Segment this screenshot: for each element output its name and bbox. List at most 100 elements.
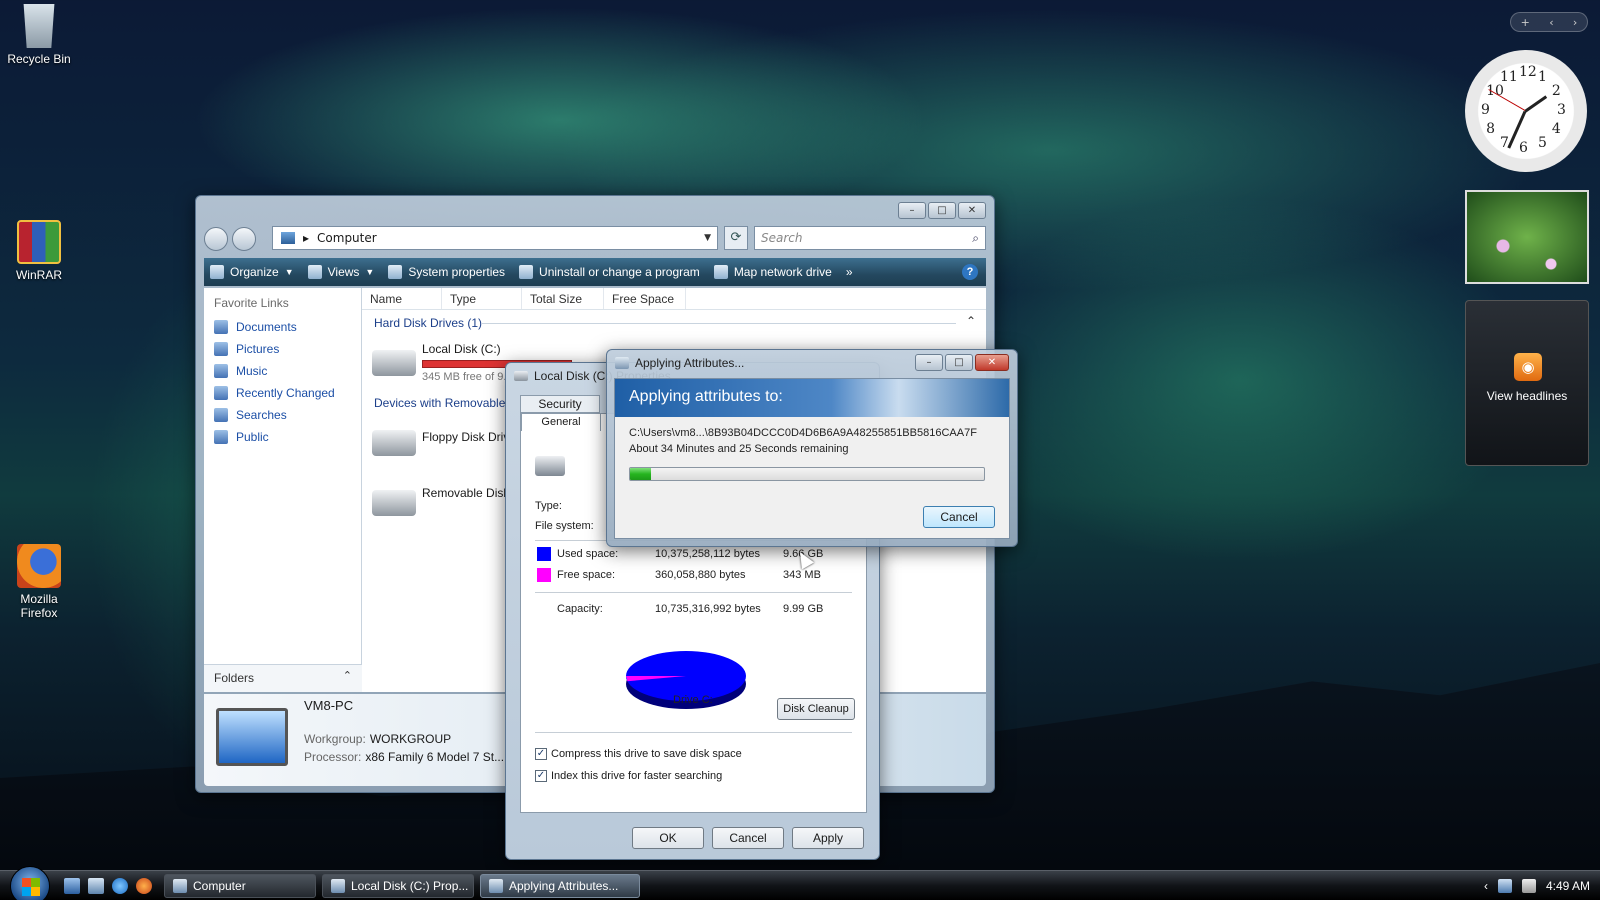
drive-label: Drive C: bbox=[673, 694, 713, 706]
tab-security[interactable]: Security bbox=[520, 395, 600, 413]
taskbar-button-local-disk[interactable]: Local Disk (C:) Prop... bbox=[322, 874, 474, 898]
network-icon[interactable] bbox=[1497, 879, 1512, 893]
attributes-icon bbox=[489, 879, 503, 893]
nav-item-pictures[interactable]: Pictures bbox=[204, 338, 361, 360]
close-button[interactable]: ✕ bbox=[975, 354, 1009, 371]
forward-button[interactable] bbox=[232, 227, 256, 251]
volume-muted-icon[interactable] bbox=[1521, 879, 1536, 893]
nav-item-recently-changed[interactable]: Recently Changed bbox=[204, 382, 361, 404]
processor-label: Processor: bbox=[304, 750, 362, 764]
prev-icon[interactable]: ‹ bbox=[1549, 16, 1553, 29]
address-bar[interactable]: ▸ Computer ▼ bbox=[272, 226, 718, 250]
switch-windows-icon[interactable] bbox=[88, 878, 104, 894]
desktop-icon-recycle-bin[interactable]: Recycle Bin bbox=[0, 4, 78, 66]
nav-item-documents[interactable]: Documents bbox=[204, 316, 361, 338]
recycle-bin-icon bbox=[23, 4, 55, 48]
maximize-button[interactable]: □ bbox=[945, 354, 973, 371]
sidebar-controls[interactable]: + ‹ › bbox=[1510, 12, 1588, 32]
close-button[interactable]: ✕ bbox=[958, 202, 986, 219]
show-desktop-icon[interactable] bbox=[64, 878, 80, 894]
taskbar-button-applying-attributes[interactable]: Applying Attributes... bbox=[480, 874, 640, 898]
folder-icon bbox=[214, 430, 228, 444]
clock-number: 4 bbox=[1551, 121, 1561, 137]
index-label[interactable]: Index this drive for faster searching bbox=[551, 770, 722, 782]
applying-attributes-dialog[interactable]: Applying Attributes... – □ ✕ Applying at… bbox=[606, 349, 1018, 547]
tray-expand-icon[interactable]: ‹ bbox=[1484, 879, 1488, 893]
system-properties-button[interactable]: System properties bbox=[388, 265, 505, 279]
chevron-up-icon[interactable]: ⌃ bbox=[966, 314, 976, 328]
chevron-down-icon[interactable]: ▼ bbox=[704, 233, 711, 243]
ok-button[interactable]: OK bbox=[632, 827, 704, 849]
clock-time[interactable]: 4:49 AM bbox=[1546, 879, 1590, 893]
map-network-drive-button[interactable]: Map network drive bbox=[713, 265, 832, 279]
free-space-size: 343 MB bbox=[783, 569, 821, 581]
group-hard-disk-drives[interactable]: Hard Disk Drives (1) ⌃ bbox=[362, 310, 986, 336]
organize-button[interactable]: Organize ▼ bbox=[210, 265, 294, 279]
free-space-label: Free space: bbox=[557, 569, 616, 581]
music-icon bbox=[214, 364, 228, 378]
search-icon[interactable]: ⌕ bbox=[972, 227, 979, 249]
file-system-label: File system: bbox=[535, 520, 594, 532]
dialog-title: Applying Attributes... bbox=[635, 356, 745, 370]
taskbar: Computer Local Disk (C:) Prop... Applyin… bbox=[0, 866, 1600, 900]
nav-item-searches[interactable]: Searches bbox=[204, 404, 361, 426]
column-header-total-size[interactable]: Total Size bbox=[522, 288, 604, 309]
maximize-button[interactable]: □ bbox=[928, 202, 956, 219]
uninstall-program-button[interactable]: Uninstall or change a program bbox=[519, 265, 700, 279]
firefox-icon bbox=[17, 544, 61, 588]
cancel-button[interactable]: Cancel bbox=[712, 827, 784, 849]
used-space-label: Used space: bbox=[557, 548, 619, 560]
internet-explorer-icon[interactable] bbox=[112, 878, 128, 894]
views-button[interactable]: Views ▼ bbox=[307, 265, 374, 279]
tab-general[interactable]: General bbox=[521, 413, 601, 431]
nav-item-label: Public bbox=[236, 430, 269, 444]
slideshow-gadget[interactable] bbox=[1465, 190, 1589, 284]
desktop-icon-label: Recycle Bin bbox=[7, 52, 71, 66]
next-icon[interactable]: › bbox=[1573, 16, 1577, 29]
compress-label[interactable]: Compress this drive to save disk space bbox=[551, 748, 742, 760]
clock-number: 5 bbox=[1538, 134, 1547, 151]
add-gadget-icon[interactable]: + bbox=[1521, 16, 1530, 29]
cancel-button[interactable]: Cancel bbox=[923, 506, 995, 528]
start-button[interactable] bbox=[10, 866, 50, 900]
help-icon[interactable]: ? bbox=[962, 264, 978, 280]
computer-icon bbox=[216, 708, 288, 766]
nav-item-label: Documents bbox=[236, 320, 297, 334]
nav-item-label: Pictures bbox=[236, 342, 280, 356]
feed-headlines-gadget[interactable]: ◉ View headlines bbox=[1465, 300, 1589, 466]
compress-row: ✓ Compress this drive to save disk space bbox=[535, 748, 742, 760]
column-header-name[interactable]: Name bbox=[362, 288, 442, 309]
more-commands-button[interactable]: » bbox=[846, 265, 853, 279]
minimize-button[interactable]: – bbox=[898, 202, 926, 219]
firefox-icon[interactable] bbox=[136, 878, 152, 894]
feed-label[interactable]: View headlines bbox=[1466, 389, 1588, 403]
clock-number: 3 bbox=[1557, 102, 1566, 118]
second-hand bbox=[1488, 89, 1526, 111]
taskbar-button-label: Applying Attributes... bbox=[509, 879, 619, 893]
back-button[interactable] bbox=[204, 227, 228, 251]
nav-item-public[interactable]: Public bbox=[204, 426, 361, 448]
dialog-heading: Applying attributes to: bbox=[615, 379, 1009, 417]
address-row: ▸ Computer ▼ ⟳ Search ⌕ bbox=[204, 226, 986, 252]
refresh-button[interactable]: ⟳ bbox=[724, 226, 748, 250]
chevron-up-icon[interactable]: ⌃ bbox=[343, 669, 352, 682]
processor-row: Processor: x86 Family 6 Model 7 St... bbox=[304, 750, 504, 764]
column-header-type[interactable]: Type bbox=[442, 288, 522, 309]
search-input[interactable]: Search ⌕ bbox=[754, 226, 986, 250]
clock-gadget[interactable]: 12 1 2 3 4 5 6 7 8 9 10 11 bbox=[1465, 50, 1587, 172]
nav-item-music[interactable]: Music bbox=[204, 360, 361, 382]
floppy-drive-icon bbox=[372, 430, 416, 456]
desktop-icon-winrar[interactable]: WinRAR bbox=[0, 220, 78, 282]
apply-button[interactable]: Apply bbox=[792, 827, 864, 849]
compress-checkbox[interactable]: ✓ bbox=[535, 748, 547, 760]
minimize-button[interactable]: – bbox=[915, 354, 943, 371]
folders-toggle[interactable]: Folders ⌃ bbox=[204, 664, 362, 692]
system-tray: ‹ 4:49 AM bbox=[1484, 871, 1590, 900]
column-header-free-space[interactable]: Free Space bbox=[604, 288, 686, 309]
disk-cleanup-button[interactable]: Disk Cleanup bbox=[777, 698, 855, 720]
breadcrumb[interactable]: Computer bbox=[317, 231, 377, 245]
index-checkbox[interactable]: ✓ bbox=[535, 770, 547, 782]
taskbar-button-computer[interactable]: Computer bbox=[164, 874, 316, 898]
desktop-icon-firefox[interactable]: Mozilla Firefox bbox=[0, 544, 78, 620]
current-file-path: C:\Users\vm8...\8B93B04DCCC0D4D6B6A9A482… bbox=[629, 427, 977, 439]
